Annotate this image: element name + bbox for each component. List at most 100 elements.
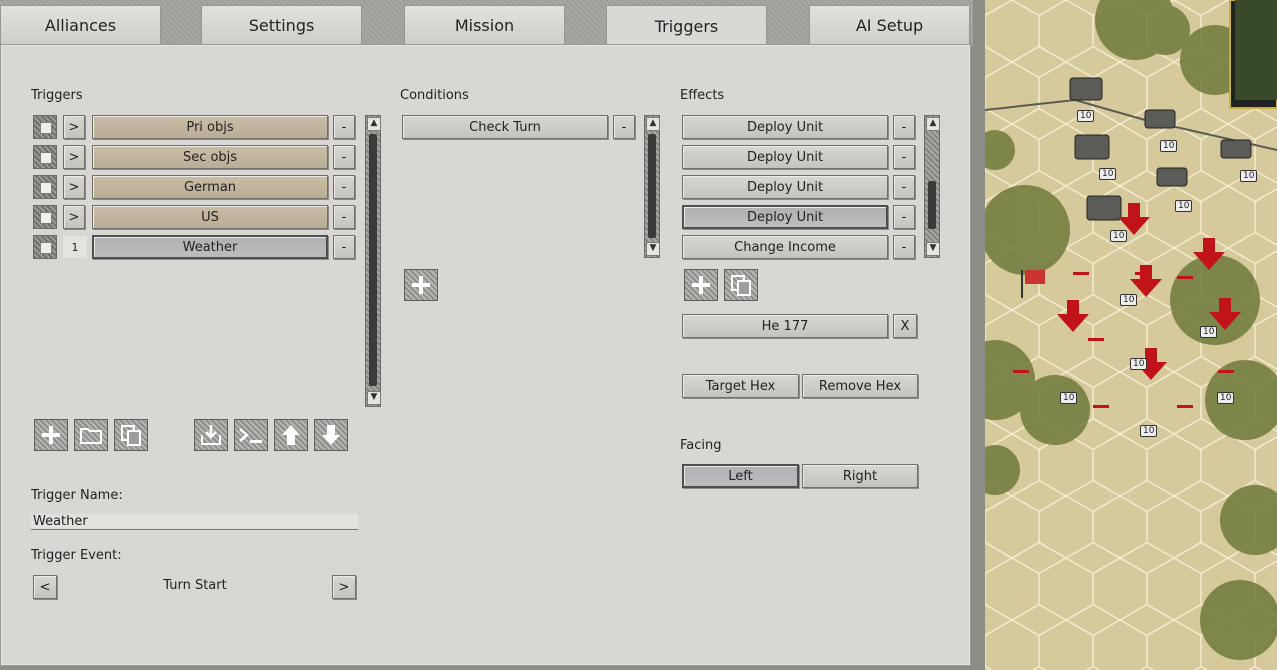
trigger-item[interactable]: US [92,205,328,229]
unit-clear-button[interactable]: X [893,314,917,338]
console-button[interactable] [234,419,268,451]
trigger-remove-button[interactable]: - [333,205,355,229]
effect-remove-button[interactable]: - [893,115,915,139]
effect-remove-button[interactable]: - [893,235,915,259]
tab-ai-setup[interactable]: AI Setup [809,5,970,44]
unit-strength-badge: 10 [1240,170,1258,182]
console-icon [239,428,262,443]
trigger-item-selected[interactable]: Weather [92,235,328,259]
trigger-expand-button[interactable]: > [63,115,85,139]
unit-strength-badge: 10 [1099,168,1117,180]
trigger-expand-button[interactable]: > [63,205,85,229]
unit-select-button[interactable]: He 177 [682,314,888,338]
unit-strength-badge: 10 [1175,200,1193,212]
remove-hex-button[interactable]: Remove Hex [802,374,918,398]
effects-heading: Effects [680,88,725,103]
trigger-enabled-checkbox[interactable] [33,145,57,169]
scroll-down-icon[interactable]: ▼ [367,391,381,405]
unit-strength-badge: 10 [1140,425,1158,437]
trigger-item[interactable]: Sec objs [92,145,328,169]
trigger-event-value: Turn Start [163,578,227,593]
import-icon [201,425,221,445]
effect-remove-button[interactable]: - [893,175,915,199]
trigger-enabled-checkbox[interactable] [33,205,57,229]
move-down-button[interactable] [314,419,348,451]
open-trigger-button[interactable] [74,419,108,451]
unit-strength-badge: 10 [1060,392,1078,404]
trigger-item[interactable]: German [92,175,328,199]
conditions-scrollbar[interactable]: ▲ ▼ [644,115,660,258]
trigger-remove-button[interactable]: - [333,235,355,259]
copy-icon [731,275,751,296]
scroll-down-icon[interactable]: ▼ [646,242,660,256]
scroll-down-icon[interactable]: ▼ [926,242,940,256]
copy-effect-button[interactable] [724,269,758,301]
trigger-event-label: Trigger Event: [31,548,122,563]
add-effect-button[interactable] [684,269,718,301]
target-hex-button[interactable]: Target Hex [682,374,799,398]
unit-strength-badge: 10 [1200,326,1218,338]
effect-item-selected[interactable]: Deploy Unit [682,205,888,229]
scroll-up-icon[interactable]: ▲ [646,117,660,131]
trigger-expand-button[interactable]: > [63,145,85,169]
unit-strength-badge: 10 [1077,110,1095,122]
trigger-remove-button[interactable]: - [333,175,355,199]
trigger-name-label: Trigger Name: [31,488,123,503]
add-icon [42,426,60,444]
trigger-expand-button[interactable]: > [63,175,85,199]
trigger-remove-button[interactable]: - [333,115,355,139]
tab-label: Settings [248,15,315,35]
trigger-item[interactable]: Pri objs [92,115,328,139]
tab-label: AI Setup [855,15,924,35]
effect-remove-button[interactable]: - [893,145,915,169]
tab-alliances[interactable]: Alliances [0,5,161,44]
facing-left-button[interactable]: Left [682,464,799,488]
move-up-icon [282,425,300,445]
condition-remove-button[interactable]: - [613,115,635,139]
scroll-thumb[interactable] [928,181,936,229]
effect-item[interactable]: Change Income [682,235,888,259]
game-map[interactable]: 10 10 10 10 10 10 10 10 10 10 10 10 [985,0,1277,670]
trigger-enabled-checkbox[interactable] [33,235,57,259]
trigger-enabled-checkbox[interactable] [33,115,57,139]
effect-item[interactable]: Deploy Unit [682,145,888,169]
scroll-thumb[interactable] [648,134,656,238]
trigger-enabled-checkbox[interactable] [33,175,57,199]
hex-map [985,0,1277,670]
trigger-event-prev-button[interactable]: < [33,575,57,599]
tab-label: Alliances [44,15,117,35]
unit-strength-badge: 10 [1160,140,1178,152]
effect-item[interactable]: Deploy Unit [682,115,888,139]
facing-right-button[interactable]: Right [802,464,918,488]
unit-strength-badge: 10 [1110,230,1128,242]
triggers-scrollbar[interactable]: ▲ ▼ [365,115,381,407]
effects-scrollbar[interactable]: ▲ ▼ [924,115,940,258]
move-up-button[interactable] [274,419,308,451]
add-icon [692,276,710,294]
copy-trigger-button[interactable] [114,419,148,451]
folder-icon [80,428,102,444]
import-trigger-button[interactable] [194,419,228,451]
tab-label: Mission [454,15,515,35]
scroll-up-icon[interactable]: ▲ [367,117,381,131]
scroll-thumb[interactable] [369,134,377,386]
add-condition-button[interactable] [404,269,438,301]
trigger-name-input[interactable]: Weather [31,514,358,530]
effect-item[interactable]: Deploy Unit [682,175,888,199]
add-trigger-button[interactable] [34,419,68,451]
condition-item[interactable]: Check Turn [402,115,608,139]
unit-strength-badge: 10 [1120,294,1138,306]
tab-mission[interactable]: Mission [404,5,565,44]
tab-label: Triggers [654,16,719,36]
tab-triggers[interactable]: Triggers [606,5,767,46]
trigger-event-next-button[interactable]: > [332,575,356,599]
scroll-up-icon[interactable]: ▲ [926,117,940,131]
facing-label: Facing [680,438,722,453]
conditions-heading: Conditions [400,88,469,103]
effect-remove-button[interactable]: - [893,205,915,229]
copy-icon [121,425,141,446]
move-down-icon [322,425,340,445]
tab-settings[interactable]: Settings [201,5,362,44]
trigger-remove-button[interactable]: - [333,145,355,169]
add-icon [412,276,430,294]
